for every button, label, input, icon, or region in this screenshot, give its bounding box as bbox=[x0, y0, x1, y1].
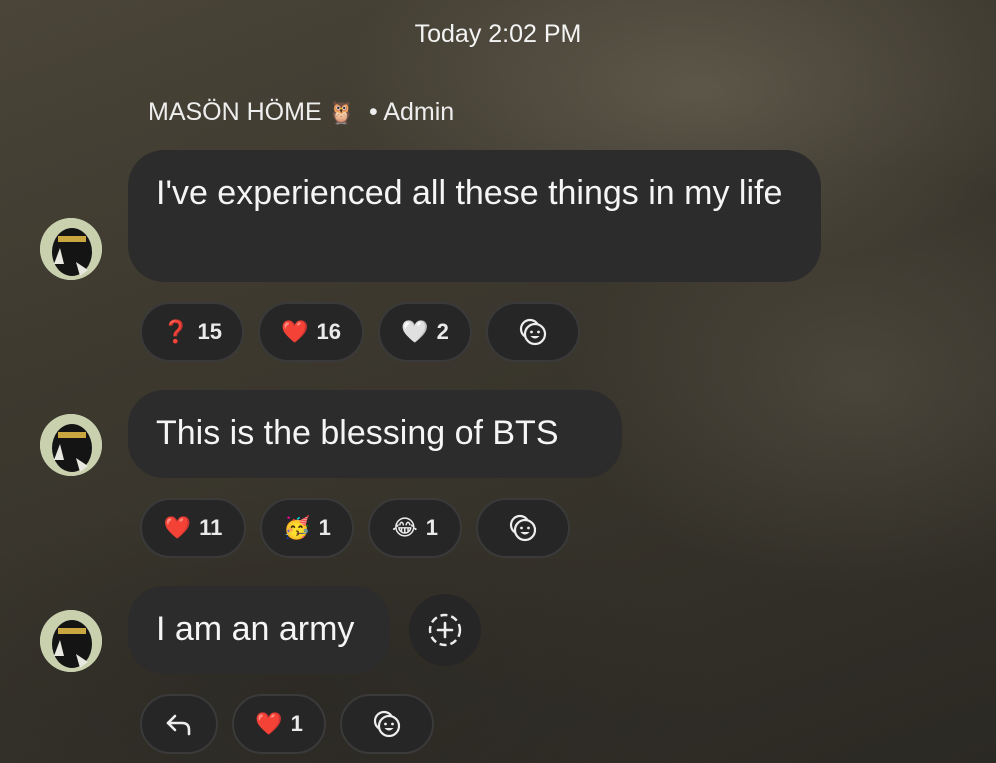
add-reaction-button[interactable] bbox=[340, 694, 434, 754]
reaction-chip[interactable]: ❤️ 16 bbox=[258, 302, 364, 362]
reaction-count: 1 bbox=[318, 515, 331, 540]
reaction-chip[interactable]: 😂 1 bbox=[368, 498, 462, 558]
message-text: I am an army bbox=[156, 610, 355, 648]
heart-emoji: ❤️ bbox=[163, 515, 192, 540]
reaction-row: ❓ 15 ❤️ 16 🤍 2 bbox=[140, 302, 580, 362]
add-reaction-button[interactable] bbox=[476, 498, 570, 558]
avatar-image bbox=[40, 610, 102, 672]
reply-arrow-icon bbox=[166, 714, 191, 736]
reaction-chip[interactable]: ❓ 15 bbox=[140, 302, 244, 362]
reaction-row: ❤️ 1 bbox=[140, 694, 434, 754]
reaction-count: 1 bbox=[425, 515, 438, 540]
reaction-count: 16 bbox=[316, 319, 341, 344]
add-reaction-circle-button[interactable] bbox=[409, 594, 481, 666]
sender-name[interactable]: MASÖN HÖME bbox=[148, 98, 322, 127]
message-text: This is the blessing of BTS bbox=[156, 414, 559, 452]
reaction-count: 15 bbox=[197, 319, 222, 344]
emoji-smile-icon bbox=[373, 710, 401, 738]
avatar-image bbox=[40, 218, 102, 280]
heart-emoji: ❤️ bbox=[281, 319, 309, 344]
party-face-emoji: 🥳 bbox=[283, 515, 311, 540]
emoji-smile-icon bbox=[519, 318, 547, 346]
avatar[interactable] bbox=[40, 218, 102, 280]
white-heart-emoji: 🤍 bbox=[401, 319, 429, 344]
sender-role: • Admin bbox=[369, 98, 455, 126]
reaction-row: ❤️ 11 🥳 1 😂 1 bbox=[140, 498, 570, 558]
message-text: I've experienced all these things in my … bbox=[156, 174, 783, 212]
add-reaction-circle-icon bbox=[428, 613, 462, 647]
reply-button[interactable] bbox=[140, 694, 218, 754]
avatar[interactable] bbox=[40, 610, 102, 672]
question-emoji: ❓ bbox=[162, 319, 190, 344]
reaction-chip[interactable]: ❤️ 1 bbox=[232, 694, 326, 754]
reaction-chip[interactable]: 🤍 2 bbox=[378, 302, 472, 362]
avatar[interactable] bbox=[40, 414, 102, 476]
timestamp: Today 2:02 PM bbox=[414, 20, 582, 48]
reaction-chip[interactable]: ❤️ 11 bbox=[140, 498, 246, 558]
avatar-image bbox=[40, 414, 102, 476]
reaction-count: 1 bbox=[290, 711, 303, 736]
laughing-emoji: 😂 bbox=[392, 515, 418, 540]
message-bubble[interactable]: This is the blessing of BTS bbox=[128, 390, 622, 478]
emoji-smile-icon bbox=[509, 514, 537, 542]
message-bubble[interactable]: I've experienced all these things in my … bbox=[128, 150, 821, 282]
reaction-count: 11 bbox=[199, 515, 223, 540]
owl-badge-icon: 🦉 bbox=[327, 99, 356, 125]
heart-emoji: ❤️ bbox=[255, 711, 283, 736]
reaction-chip[interactable]: 🥳 1 bbox=[260, 498, 354, 558]
sender-header: MASÖN HÖME 🦉 • Admin bbox=[148, 98, 454, 127]
add-reaction-button[interactable] bbox=[486, 302, 580, 362]
message-bubble[interactable]: I am an army bbox=[128, 586, 390, 674]
reaction-count: 2 bbox=[436, 319, 449, 344]
